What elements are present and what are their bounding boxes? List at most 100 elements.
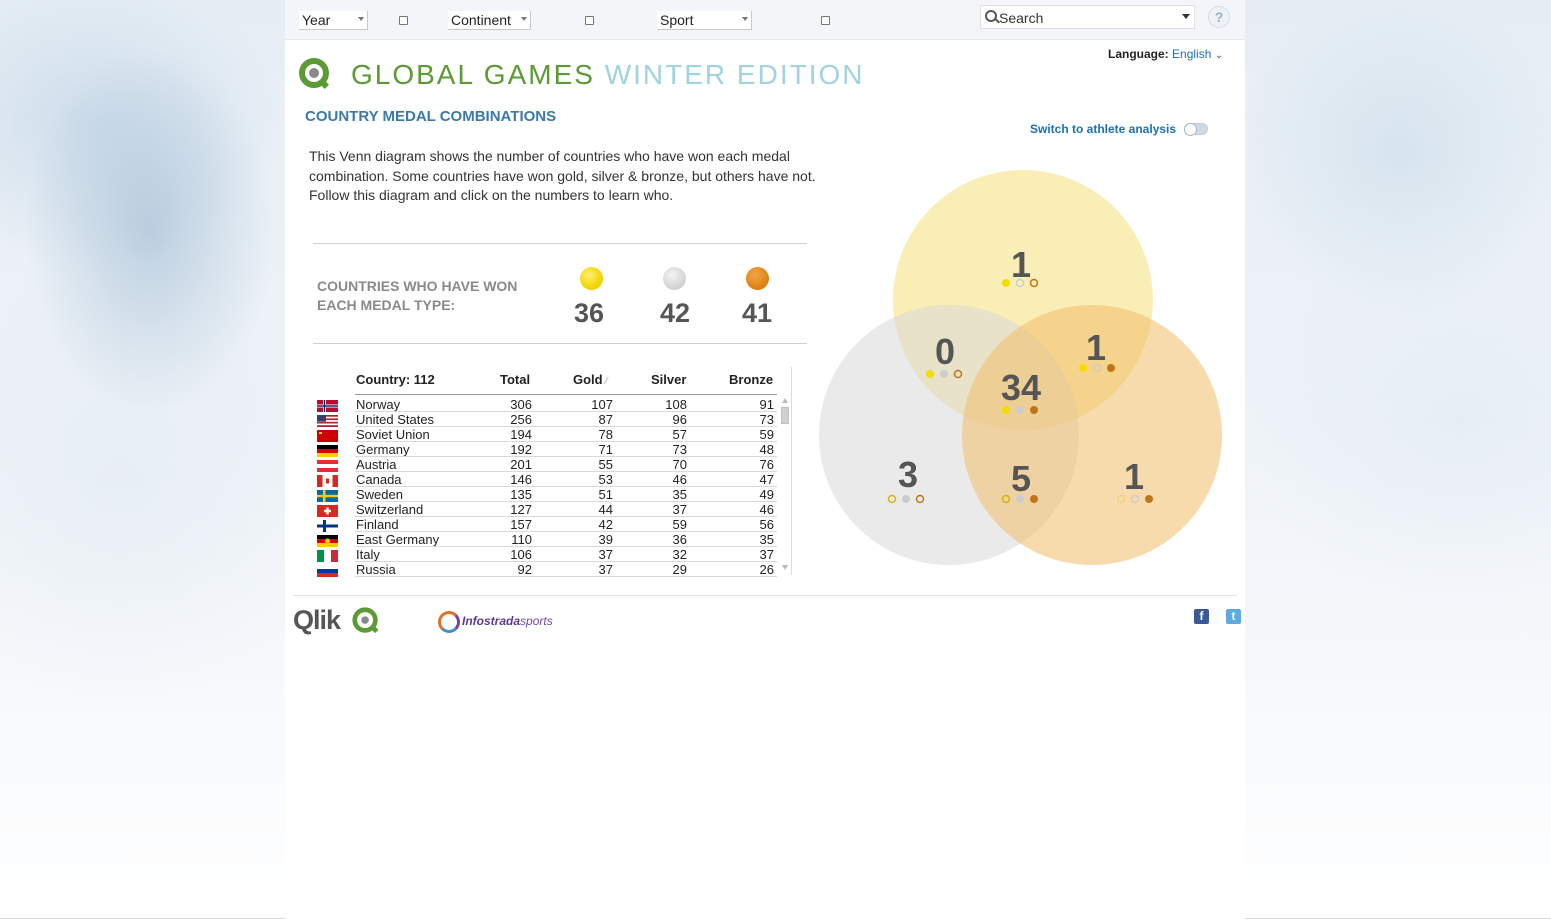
cell-country[interactable]: United States [356,412,434,427]
table-row[interactable]: Sweden 135 51 35 49 [315,487,777,502]
cell-country[interactable]: Norway [356,397,400,412]
bronze-medal-icon [746,267,769,290]
continent-filter-checkbox[interactable] [585,16,594,25]
infostrada-mark-icon [438,611,460,633]
cell-silver: 59 [672,517,687,532]
language-value[interactable]: English [1172,47,1211,61]
table-row[interactable]: Canada 146 53 46 47 [315,472,777,487]
cell-country[interactable]: Austria [356,457,396,472]
athlete-analysis-toggle[interactable] [1184,123,1208,136]
table-row[interactable]: Soviet Union 194 78 57 59 [315,427,777,442]
venn-silver-bronze-count[interactable]: 5 [1011,458,1031,499]
column-header-gold[interactable]: Gold ⁄ [573,372,607,387]
cell-bronze: 76 [759,457,774,472]
cell-country[interactable]: Soviet Union [356,427,430,442]
cell-bronze: 26 [759,562,774,577]
continent-filter[interactable]: Continent [448,11,531,30]
venn-all-three-count[interactable]: 34 [1001,367,1041,408]
cell-total: 306 [510,397,532,412]
divider [313,343,807,344]
qlik-logo-icon [299,58,329,89]
venn-silver-only-count[interactable]: 3 [898,454,918,495]
row-divider [355,576,777,577]
chevron-down-icon: ⌄ [1214,50,1224,61]
year-filter[interactable]: Year [299,11,368,30]
cell-gold: 44 [598,502,613,517]
twitter-icon[interactable]: t [1226,609,1241,624]
help-button[interactable]: ? [1208,6,1230,28]
cell-country[interactable]: Italy [356,547,380,562]
filter-toolbar: Year Continent Sport Search ? [285,0,1245,40]
cell-total: 110 [511,532,532,547]
table-row[interactable]: Switzerland 127 44 37 46 [315,502,777,517]
chevron-down-icon[interactable] [1182,14,1190,19]
cell-bronze: 73 [759,412,774,427]
sport-filter-checkbox[interactable] [821,16,830,25]
cell-total: 92 [517,562,532,577]
cell-gold: 78 [598,427,613,442]
column-header-country[interactable]: Country: 112 [356,372,435,387]
cell-bronze: 59 [759,427,774,442]
cell-gold: 39 [598,532,613,547]
section-title: COUNTRY MEDAL COMBINATIONS [305,108,557,125]
venn-gold-silver-count[interactable]: 0 [935,331,955,372]
table-row[interactable]: Austria 201 55 70 76 [315,457,777,472]
austria-flag-icon [317,460,338,472]
facebook-icon[interactable]: f [1194,609,1209,624]
cell-country[interactable]: Germany [356,442,409,457]
cell-country[interactable]: Russia [356,562,396,577]
column-header-total[interactable]: Total [500,372,530,387]
country-medal-table: Country: 112 Total Gold ⁄ Silver Bronze N… [315,367,792,577]
cell-country[interactable]: East Germany [356,532,439,547]
chevron-down-icon [358,17,364,21]
column-header-silver[interactable]: Silver [651,372,686,387]
venn-bronze-only-count[interactable]: 1 [1124,456,1144,497]
table-row[interactable]: Finland 157 42 59 56 [315,517,777,532]
medal-summary-label: COUNTRIES WHO HAVE WON EACH MEDAL TYPE: [317,278,518,313]
east-germany-flag-icon [317,535,338,547]
cell-gold: 107 [591,397,613,412]
sort-icon: ⁄ [605,376,608,387]
cell-country[interactable]: Finland [356,517,399,532]
cell-country[interactable]: Canada [356,472,402,487]
table-row[interactable]: East Germany 110 39 36 35 [315,532,777,547]
table-scrollbar[interactable] [780,397,790,575]
venn-gold-only-count[interactable]: 1 [1011,244,1031,285]
language-selector[interactable]: Language: English ⌄ [1108,47,1223,61]
search-input[interactable]: Search [980,5,1195,29]
table-right-border [791,367,792,575]
switch-athlete-analysis-label[interactable]: Switch to athlete analysis [1030,122,1176,136]
cell-total: 194 [510,427,532,442]
cell-gold: 37 [598,562,613,577]
qlik-q-icon [352,607,379,634]
bronze-country-count: 41 [741,298,773,328]
cell-bronze: 48 [759,442,774,457]
table-row[interactable]: Norway 306 107 108 91 [315,397,777,412]
scroll-down-icon[interactable] [782,565,788,570]
cell-silver: 57 [672,427,687,442]
cell-silver: 37 [672,502,687,517]
cell-country[interactable]: Sweden [356,487,403,502]
year-filter-checkbox[interactable] [399,16,408,25]
cell-total: 106 [510,547,532,562]
silver-medal-icon [663,267,686,290]
title-global-games: GLOBAL GAMES [351,59,595,90]
column-header-bronze[interactable]: Bronze [729,372,773,387]
scroll-up-icon[interactable] [782,398,788,403]
cell-gold: 37 [598,547,613,562]
table-row[interactable]: United States 256 87 96 73 [315,412,777,427]
description-text: This Venn diagram shows the number of co… [309,148,816,203]
chevron-down-icon [742,17,748,21]
sweden-flag-icon [317,490,338,502]
scrollbar-thumb[interactable] [781,407,789,424]
sport-filter[interactable]: Sport [657,11,752,30]
switzerland-flag-icon [317,505,338,517]
venn-gold-bronze-count[interactable]: 1 [1086,327,1106,368]
cell-country[interactable]: Switzerland [356,502,423,517]
cell-bronze: 56 [759,517,774,532]
table-row[interactable]: Russia 92 37 29 26 [315,562,777,577]
table-row[interactable]: Italy 106 37 32 37 [315,547,777,562]
table-row[interactable]: Germany 192 71 73 48 [315,442,777,457]
cell-gold: 71 [598,442,613,457]
language-label: Language: [1108,47,1169,61]
